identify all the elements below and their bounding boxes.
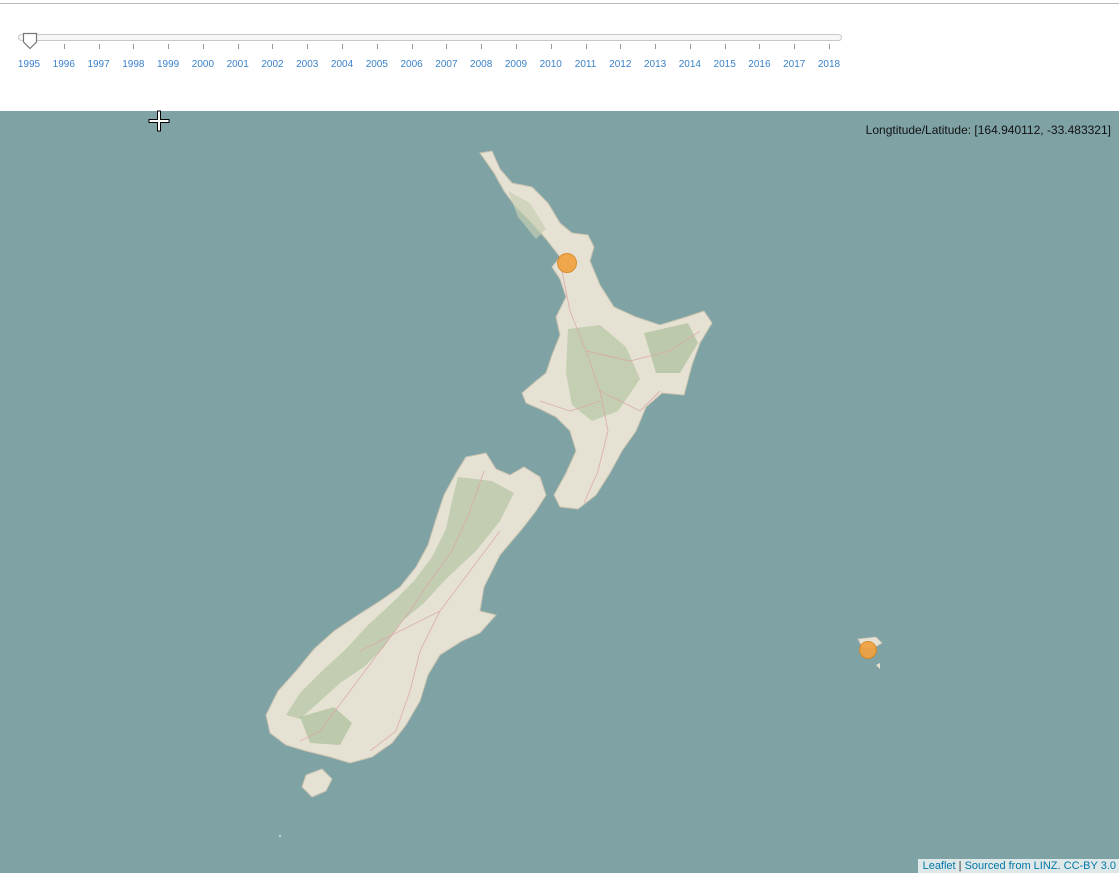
year-label-2013[interactable]: 2013 (644, 59, 666, 70)
year-tick (377, 44, 378, 49)
map-attribution: Leaflet | Sourced from LINZ. CC-BY 3.0 (917, 859, 1119, 873)
year-tick (412, 44, 413, 49)
year-label-2011[interactable]: 2011 (575, 59, 597, 70)
year-slider-panel: 1995 1996 1997 1998 1999 2000 2001 2002 2003 2004… (0, 4, 1119, 111)
year-label-2018[interactable]: 2018 (818, 59, 840, 70)
year-label-2009[interactable]: 2009 (505, 59, 527, 70)
year-tick (481, 44, 482, 49)
year-label-2008[interactable]: 2008 (470, 59, 492, 70)
year-label-2012[interactable]: 2012 (609, 59, 631, 70)
year-tick (586, 44, 587, 49)
year-label-2017[interactable]: 2017 (783, 59, 805, 70)
year-tick (620, 44, 621, 49)
year-tick (516, 44, 517, 49)
year-label-2007[interactable]: 2007 (435, 59, 457, 70)
year-tick (272, 44, 273, 49)
year-label-2006[interactable]: 2006 (400, 59, 422, 70)
attribution-separator: | (955, 860, 965, 872)
year-tick (99, 44, 100, 49)
year-tick (725, 44, 726, 49)
year-label-1995[interactable]: 1995 (18, 59, 40, 70)
map-view[interactable]: Longtitude/Latitude: [164.940112, -33.48… (0, 111, 1119, 873)
year-slider-track[interactable] (18, 34, 842, 41)
slider-handle-icon[interactable] (22, 32, 38, 50)
auckland-marker[interactable] (557, 253, 577, 273)
year-label-1999[interactable]: 1999 (157, 59, 179, 70)
year-label-2014[interactable]: 2014 (679, 59, 701, 70)
new-zealand-map (265, 150, 883, 837)
year-tick (238, 44, 239, 49)
year-tick (690, 44, 691, 49)
year-tick (203, 44, 204, 49)
year-tick (829, 44, 830, 49)
year-tick (168, 44, 169, 49)
year-tick (655, 44, 656, 49)
year-label-2002[interactable]: 2002 (261, 59, 283, 70)
stewart-island-land (301, 768, 333, 798)
year-label-2010[interactable]: 2010 (540, 59, 562, 70)
year-tick (64, 44, 65, 49)
year-tick (759, 44, 760, 49)
year-tick (551, 44, 552, 49)
year-label-2015[interactable]: 2015 (714, 59, 736, 70)
year-tick (794, 44, 795, 49)
year-tick (133, 44, 134, 49)
year-label-2004[interactable]: 2004 (331, 59, 353, 70)
year-label-2001[interactable]: 2001 (227, 59, 249, 70)
year-label-1998[interactable]: 1998 (122, 59, 144, 70)
year-label-2005[interactable]: 2005 (366, 59, 388, 70)
year-label-2016[interactable]: 2016 (748, 59, 770, 70)
chatham-islands-marker[interactable] (859, 641, 877, 659)
year-label-2000[interactable]: 2000 (192, 59, 214, 70)
year-tick (307, 44, 308, 49)
leaflet-link[interactable]: Leaflet (923, 860, 956, 872)
crosshair-cursor-icon (148, 110, 170, 132)
year-label-1997[interactable]: 1997 (87, 59, 109, 70)
year-label-2003[interactable]: 2003 (296, 59, 318, 70)
year-tick (446, 44, 447, 49)
coordinate-readout: Longtitude/Latitude: [164.940112, -33.48… (865, 123, 1111, 137)
linz-source-link[interactable]: Sourced from LINZ. CC-BY 3.0 (965, 860, 1116, 872)
year-label-1996[interactable]: 1996 (53, 59, 75, 70)
year-tick (342, 44, 343, 49)
